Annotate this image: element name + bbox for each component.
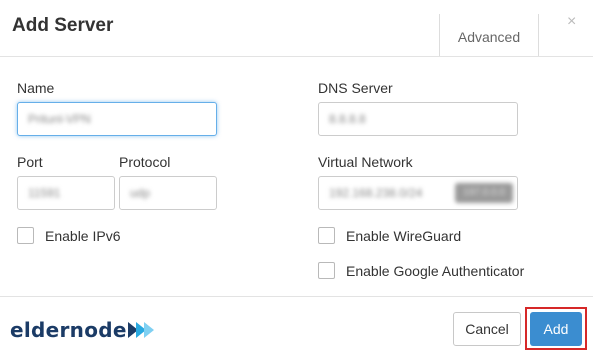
enable-ipv6-checkbox[interactable] xyxy=(17,227,34,244)
eldernode-logo: eldernode xyxy=(10,318,156,342)
add-server-dialog: Add Server Advanced × Name Pritunl-VPN D… xyxy=(0,0,593,353)
logo-text: eldernode xyxy=(10,318,127,342)
name-input-value: Pritunl-VPN xyxy=(28,112,91,126)
enable-wireguard-checkbox[interactable] xyxy=(318,227,335,244)
protocol-value: udp xyxy=(130,186,151,200)
enable-google-authenticator-label: Enable Google Authenticator xyxy=(346,262,525,279)
protocol-label: Protocol xyxy=(119,154,171,170)
protocol-select[interactable]: udp xyxy=(119,176,217,210)
cancel-button[interactable]: Cancel xyxy=(453,312,521,346)
add-button[interactable]: Add xyxy=(530,312,582,346)
enable-wireguard-row[interactable]: Enable WireGuard xyxy=(318,227,461,244)
dns-server-value: 8.8.8.8 xyxy=(329,112,366,126)
virtual-network-value: 192.168.238.0/24 xyxy=(329,186,423,200)
port-input[interactable]: 11591 xyxy=(17,176,115,210)
enable-google-authenticator-row[interactable]: Enable Google Authenticator xyxy=(318,262,524,279)
close-icon[interactable]: × xyxy=(567,13,576,31)
tab-advanced[interactable]: Advanced xyxy=(439,14,539,56)
dns-server-input[interactable]: 8.8.8.8 xyxy=(318,102,518,136)
enable-wireguard-label: Enable WireGuard xyxy=(346,227,462,244)
name-label: Name xyxy=(17,80,55,96)
name-input[interactable]: Pritunl-VPN xyxy=(17,102,217,136)
dialog-title: Add Server xyxy=(12,15,114,36)
dns-server-label: DNS Server xyxy=(318,80,393,96)
enable-ipv6-label: Enable IPv6 xyxy=(45,227,121,244)
enable-ipv6-row[interactable]: Enable IPv6 xyxy=(17,227,121,244)
port-value: 11591 xyxy=(28,186,61,200)
logo-arrows-icon xyxy=(127,322,154,338)
dialog-header: Add Server Advanced × xyxy=(0,0,593,57)
port-label: Port xyxy=(17,154,43,170)
virtual-network-chip: 197.0.0.0 xyxy=(455,183,513,203)
enable-google-authenticator-checkbox[interactable] xyxy=(318,262,335,279)
virtual-network-input[interactable]: 192.168.238.0/24 197.0.0.0 xyxy=(318,176,518,210)
virtual-network-label: Virtual Network xyxy=(318,154,413,170)
